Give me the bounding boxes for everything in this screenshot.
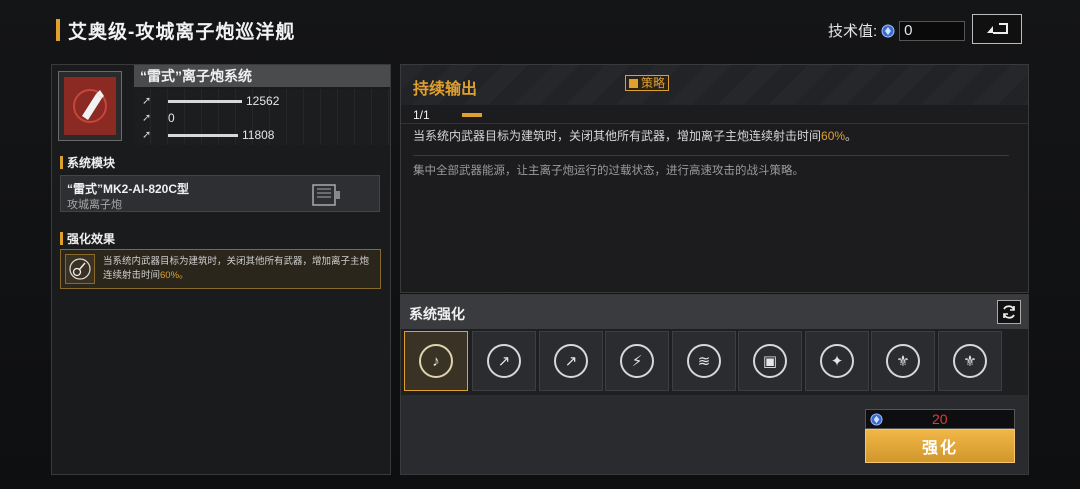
- strategy-tag-icon: [629, 78, 638, 88]
- strategy-tag-label: 策略: [641, 76, 666, 90]
- enhance-slot-6[interactable]: ▣: [738, 331, 802, 391]
- enhance-header: 系统强化: [401, 295, 1028, 329]
- effect-description: 当系统内武器目标为建筑时，关闭其他所有武器，增加离子主炮连续射击时间60%。: [103, 255, 377, 283]
- guitar-icon: ♪: [419, 344, 453, 378]
- penetration-icon: ➚: [142, 112, 152, 124]
- damage-icon: ➚: [142, 95, 152, 107]
- effect-section-label: 强化效果: [60, 230, 115, 247]
- slot-glyph: ⚡: [631, 352, 643, 370]
- tech-gem-icon: [881, 24, 895, 37]
- stat-row-damage: ➚ 12562: [142, 93, 279, 109]
- system-enhance-panel: 系统强化 ♪ ↗ ↗ ⚡ ≋ ▣ ✦ ⚜ ⚜ 20 强化: [400, 294, 1029, 475]
- section-accent-mark: [60, 232, 63, 245]
- tech-value-display: 技术值: 0: [828, 20, 966, 41]
- enhance-slot-7[interactable]: ✦: [805, 331, 869, 391]
- page-header: 艾奥级-攻城离子炮巡洋舰: [56, 18, 296, 43]
- module-name: “雷式”MK2-AI-820C型: [67, 182, 190, 196]
- weapon-stats: ➚ 12562 ➚ 0 ➚ 11808: [134, 89, 390, 145]
- module-section-label: 系统模块: [60, 154, 115, 171]
- enhance-title: 系统强化: [409, 306, 465, 322]
- tech-value: 0: [899, 20, 966, 41]
- energy-card-icon: ⚡: [620, 344, 654, 378]
- title-accent-mark: [56, 19, 60, 41]
- enhance-slot-2[interactable]: ↗: [472, 331, 536, 391]
- section-accent-mark: [60, 156, 63, 169]
- skill-flavor-text: 集中全部武器能源，让主离子炮运行的过载状态，进行高速攻击的战斗策略。: [413, 165, 804, 177]
- description-divider: [413, 155, 1009, 156]
- weapon-name: “雷式”离子炮系统: [134, 65, 390, 87]
- refresh-button[interactable]: [997, 300, 1021, 324]
- emblem-icon: ⚜: [886, 344, 920, 378]
- missile-up-alt-icon: ↗: [554, 344, 588, 378]
- strategy-tag: 策略: [625, 75, 670, 91]
- emblem-alt-icon: ⚜: [953, 344, 987, 378]
- upgrade-cost: 20: [865, 409, 1015, 429]
- skill-description: 当系统内武器目标为建筑时，关闭其他所有武器，增加离子主炮连续射击时间60%。: [413, 127, 857, 144]
- stat-row-penetration: ➚ 0: [142, 110, 175, 126]
- stat-bar: [168, 99, 242, 103]
- slot-glyph: ≋: [697, 352, 711, 370]
- slot-glyph: ⚜: [896, 352, 910, 370]
- skill-title: 持续输出: [413, 81, 478, 98]
- module-type: 攻城离子炮: [67, 199, 122, 211]
- weapon-icon-background: [64, 77, 116, 135]
- stat-value: 12562: [246, 94, 280, 108]
- effect-section-title: 强化效果: [67, 232, 116, 246]
- enhance-slot-4[interactable]: ⚡: [605, 331, 669, 391]
- enhance-slot-8[interactable]: ⚜: [871, 331, 935, 391]
- guitar-icon: [69, 258, 91, 280]
- enhance-slot-3[interactable]: ↗: [539, 331, 603, 391]
- refresh-icon: [1003, 305, 1015, 319]
- skill-header-stripe: [401, 65, 1028, 105]
- range-icon: ➚: [142, 129, 152, 141]
- stat-bar: [168, 133, 238, 137]
- effect-highlight: 60%。: [160, 270, 189, 281]
- enhance-slot-list: ♪ ↗ ↗ ⚡ ≋ ▣ ✦ ⚜ ⚜: [404, 331, 1004, 393]
- skill-level-bar: [461, 113, 482, 117]
- back-button[interactable]: [972, 14, 1022, 44]
- back-arrow-icon: [987, 23, 1008, 34]
- enhance-slot-1[interactable]: ♪: [404, 331, 468, 391]
- effect-icon-frame: [65, 254, 95, 284]
- effect-text: 当系统内武器目标为建筑时，关闭其他所有武器，增加离子主炮连续射击时间: [103, 256, 370, 281]
- enhance-slot-9[interactable]: ⚜: [938, 331, 1002, 391]
- skill-detail-panel: 持续输出 策略 1/1 当系统内武器目标为建筑时，关闭其他所有武器，增加离子主炮…: [400, 64, 1029, 293]
- module-device-icon: [312, 184, 340, 206]
- crest-icon: ✦: [820, 344, 854, 378]
- weapon-detail-panel: “雷式”离子炮系统 ➚ 12562 ➚ 0 ➚ 11808 系统模块 “雷式”M…: [51, 64, 391, 475]
- chip-icon: ▣: [753, 344, 787, 378]
- tech-label: 技术值:: [828, 23, 878, 40]
- skill-desc-highlight: 60%: [821, 129, 846, 143]
- upgrade-cost-value: 20: [932, 411, 948, 427]
- slot-glyph: ♪: [432, 352, 440, 370]
- slot-glyph: ↗: [564, 352, 578, 370]
- enhance-slot-5[interactable]: ≋: [672, 331, 736, 391]
- weapon-header: “雷式”离子炮系统 ➚ 12562 ➚ 0 ➚ 11808: [52, 65, 390, 147]
- heat-icon: ≋: [687, 344, 721, 378]
- weapon-icon-frame: [58, 71, 122, 141]
- missile-up-icon: ↗: [487, 344, 521, 378]
- system-module-card[interactable]: “雷式”MK2-AI-820C型 攻城离子炮: [60, 175, 380, 212]
- slot-glyph: ↗: [497, 352, 511, 370]
- ion-cannon-shell-icon: [73, 89, 107, 123]
- skill-desc-end: 。: [845, 129, 858, 143]
- enhance-effect-card: 当系统内武器目标为建筑时，关闭其他所有武器，增加离子主炮连续射击时间60%。: [60, 249, 381, 289]
- skill-level-text: 1/1: [413, 108, 430, 122]
- stat-row-range: ➚ 11808: [142, 127, 274, 143]
- skill-level: 1/1: [413, 106, 1009, 124]
- slot-glyph: ✦: [830, 352, 844, 370]
- page-title: 艾奥级-攻城离子炮巡洋舰: [68, 21, 296, 43]
- upgrade-button[interactable]: 强化: [865, 429, 1015, 463]
- skill-desc-text: 当系统内武器目标为建筑时，关闭其他所有武器，增加离子主炮连续射击时间: [413, 129, 822, 143]
- stat-value: 0: [168, 111, 175, 125]
- slot-glyph: ⚜: [963, 352, 977, 370]
- slot-glyph: ▣: [762, 352, 778, 370]
- level-divider: [401, 123, 1028, 124]
- stat-value: 11808: [242, 128, 275, 142]
- module-section-title: 系统模块: [67, 156, 116, 170]
- tech-gem-icon: [870, 413, 883, 426]
